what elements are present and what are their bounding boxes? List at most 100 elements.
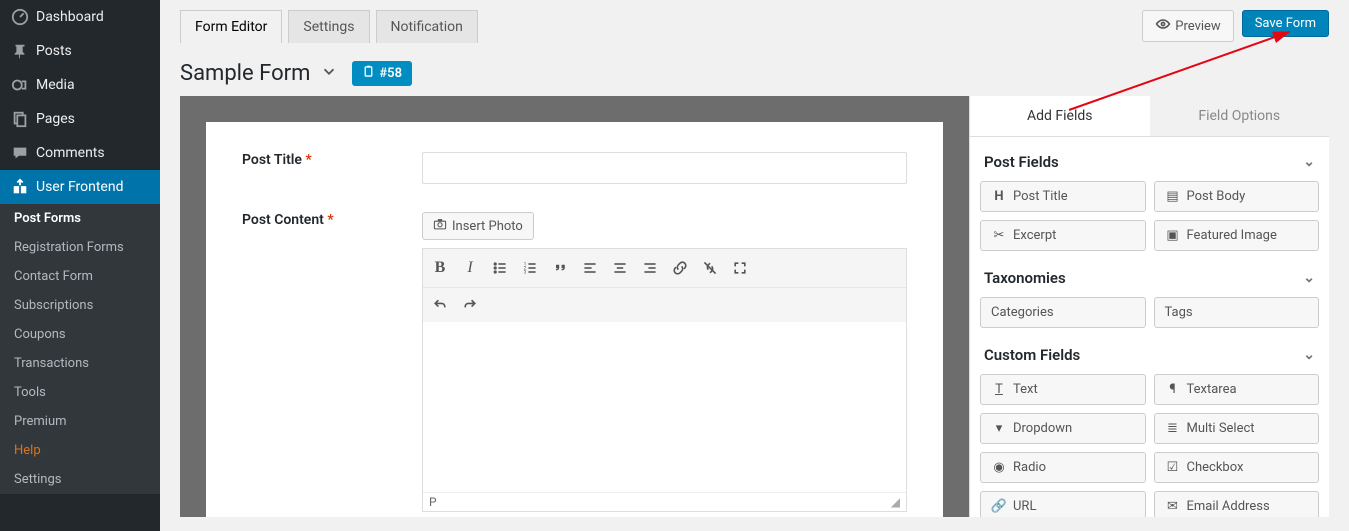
editor-body[interactable] [423, 322, 906, 492]
chevron-down-icon: ⌄ [1303, 154, 1315, 170]
link-icon: 🔗 [991, 499, 1007, 514]
dashboard-icon [10, 8, 30, 26]
group-custom-fields: Custom Fields ⌄ TText ¶Textarea ▾Dropdow… [980, 336, 1319, 517]
editor-link-button[interactable] [665, 253, 695, 283]
menu-item-posts[interactable]: Posts [0, 34, 160, 68]
menu-label: Media [36, 77, 75, 93]
tab-notification[interactable]: Notification [376, 10, 478, 43]
form-id-badge[interactable]: #58 [352, 61, 412, 86]
insert-photo-button[interactable]: Insert Photo [422, 212, 534, 240]
menu-item-pages[interactable]: Pages [0, 102, 160, 136]
field-post-body[interactable]: ▤Post Body [1154, 181, 1320, 212]
pages-icon [10, 110, 30, 128]
editor-toolbar: B I 123 [423, 249, 906, 288]
submenu-subscriptions[interactable]: Subscriptions [0, 291, 160, 320]
menu-item-comments[interactable]: Comments [0, 136, 160, 170]
main-content: Form Editor Settings Notification Previe… [160, 0, 1349, 531]
editor-bold-button[interactable]: B [425, 253, 455, 283]
tab-field-options[interactable]: Field Options [1150, 96, 1330, 136]
image-icon: ▣ [1165, 228, 1181, 243]
editor-italic-button[interactable]: I [455, 253, 485, 283]
save-label: Save Form [1255, 16, 1316, 31]
submenu-post-forms[interactable]: Post Forms [0, 204, 160, 233]
field-dropdown[interactable]: ▾Dropdown [980, 413, 1146, 444]
field-excerpt[interactable]: ✂Excerpt [980, 220, 1146, 251]
accordion-header[interactable]: Post Fields ⌄ [980, 143, 1319, 181]
field-textarea[interactable]: ¶Textarea [1154, 374, 1320, 405]
editor-redo-button[interactable] [455, 290, 485, 320]
accordion-header[interactable]: Taxonomies ⌄ [980, 259, 1319, 297]
editor-ul-button[interactable] [485, 253, 515, 283]
tab-add-fields[interactable]: Add Fields [970, 96, 1150, 136]
submenu-contact-form[interactable]: Contact Form [0, 262, 160, 291]
editor-toolbar-2 [423, 288, 906, 322]
field-tags[interactable]: Tags [1154, 297, 1320, 328]
post-title-input[interactable] [422, 152, 907, 184]
editor-path: P [429, 495, 437, 509]
editor-quote-button[interactable] [545, 253, 575, 283]
editor-align-center-button[interactable] [605, 253, 635, 283]
submenu-premium[interactable]: Premium [0, 407, 160, 436]
submenu-user-frontend: Post Forms Registration Forms Contact Fo… [0, 204, 160, 494]
field-checkbox[interactable]: ☑Checkbox [1154, 452, 1320, 483]
save-form-button[interactable]: Save Form [1242, 10, 1329, 37]
svg-text:3: 3 [524, 270, 527, 276]
field-categories[interactable]: Categories [980, 297, 1146, 328]
editor-align-right-button[interactable] [635, 253, 665, 283]
scissors-icon: ✂ [991, 228, 1007, 243]
submenu-transactions[interactable]: Transactions [0, 349, 160, 378]
form-id-text: #58 [379, 66, 402, 81]
field-url[interactable]: 🔗URL [980, 491, 1146, 517]
builder: Post Title * Post Content * [180, 96, 1329, 517]
submenu-coupons[interactable]: Coupons [0, 320, 160, 349]
form-canvas: Post Title * Post Content * [206, 122, 943, 517]
field-email[interactable]: ✉Email Address [1154, 491, 1320, 517]
submenu-registration-forms[interactable]: Registration Forms [0, 233, 160, 262]
form-field-post-content[interactable]: Post Content * Insert Photo B [242, 212, 907, 512]
required-star: * [327, 212, 333, 228]
chevron-down-icon: ⌄ [1303, 347, 1315, 363]
editor-fullscreen-button[interactable] [725, 253, 755, 283]
right-panel-tabs: Add Fields Field Options [970, 96, 1329, 137]
right-panel-body[interactable]: Post Fields ⌄ HPost Title ▤Post Body ✂Ex… [970, 137, 1329, 517]
document-icon: ▤ [1165, 189, 1181, 204]
tab-settings[interactable]: Settings [288, 10, 369, 43]
field-multi-select[interactable]: ≣Multi Select [1154, 413, 1320, 444]
preview-button[interactable]: Preview [1142, 10, 1233, 42]
editor-ol-button[interactable]: 123 [515, 253, 545, 283]
tab-form-editor[interactable]: Form Editor [180, 10, 282, 43]
eye-icon [1155, 16, 1171, 36]
resize-handle-icon[interactable]: ◢ [891, 495, 900, 509]
list-icon: ≣ [1165, 421, 1181, 436]
submenu-settings[interactable]: Settings [0, 465, 160, 494]
editor-status-bar: P ◢ [423, 492, 906, 511]
editor-align-left-button[interactable] [575, 253, 605, 283]
field-text[interactable]: TText [980, 374, 1146, 405]
pin-icon [10, 42, 30, 60]
field-radio[interactable]: ◉Radio [980, 452, 1146, 483]
editor-unlink-button[interactable] [695, 253, 725, 283]
group-post-fields: Post Fields ⌄ HPost Title ▤Post Body ✂Ex… [980, 143, 1319, 253]
field-label: Post Title * [242, 152, 422, 168]
right-panel: Add Fields Field Options Post Fields ⌄ H… [969, 96, 1329, 517]
field-featured-image[interactable]: ▣Featured Image [1154, 220, 1320, 251]
field-post-title[interactable]: HPost Title [980, 181, 1146, 212]
menu-item-media[interactable]: Media [0, 68, 160, 102]
field-label: Post Content * [242, 212, 422, 228]
paragraph-icon: ¶ [1165, 382, 1181, 397]
canvas-wrap[interactable]: Post Title * Post Content * [180, 96, 969, 517]
comments-icon [10, 144, 30, 162]
submenu-help[interactable]: Help [0, 436, 160, 465]
media-icon [10, 76, 30, 94]
menu-label: Comments [36, 145, 105, 161]
menu-item-dashboard[interactable]: Dashboard [0, 0, 160, 34]
menu-item-user-frontend[interactable]: User Frontend [0, 170, 160, 204]
accordion-header[interactable]: Custom Fields ⌄ [980, 336, 1319, 374]
editor-undo-button[interactable] [425, 290, 455, 320]
title-dropdown-toggle[interactable] [320, 62, 338, 85]
form-field-post-title[interactable]: Post Title * [242, 152, 907, 184]
menu-label: Dashboard [36, 9, 104, 25]
wp-admin-sidebar: Dashboard Posts Media Pages Comments Use… [0, 0, 160, 531]
menu-label: Posts [36, 43, 72, 59]
submenu-tools[interactable]: Tools [0, 378, 160, 407]
